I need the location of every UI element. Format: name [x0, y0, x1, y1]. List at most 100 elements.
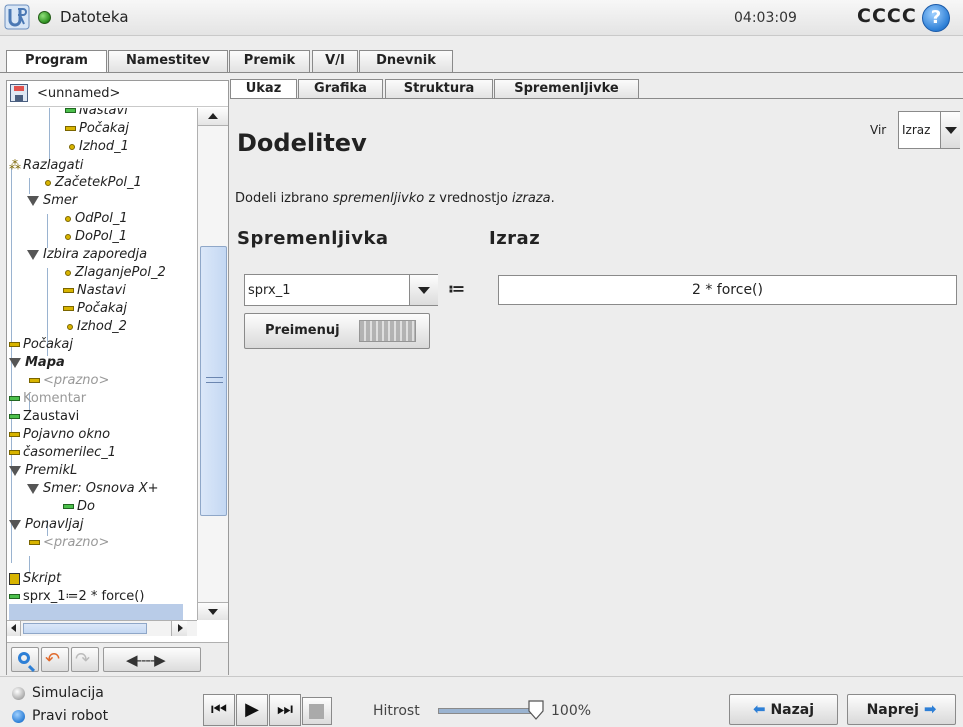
tree-node[interactable]: ZačetekPol_1: [45, 174, 142, 192]
wait-icon: [63, 306, 74, 311]
tab-io[interactable]: V/I: [312, 50, 358, 72]
file-menu[interactable]: Datoteka: [60, 8, 129, 26]
set-icon: [63, 288, 74, 293]
tree-node[interactable]: časomerilec_1: [9, 444, 116, 462]
scroll-left-button[interactable]: [7, 621, 21, 636]
tree-node[interactable]: Smer: [27, 192, 77, 210]
tree-node[interactable]: Mapa: [9, 354, 65, 372]
rename-button[interactable]: Preimenuj: [244, 313, 430, 349]
step-button[interactable]: ⏭: [269, 694, 301, 726]
until-icon: [63, 504, 74, 509]
tree-node-selected[interactable]: sprx_1≔2 * force(): [9, 588, 144, 606]
tree-node[interactable]: Ponavljaj: [9, 516, 84, 534]
empty-icon: [29, 378, 40, 383]
rewind-button[interactable]: ⏮: [203, 694, 235, 726]
tree-node[interactable]: ⁂ Razlagati: [9, 156, 83, 174]
undo-icon: ↶: [45, 649, 61, 670]
simulation-radio[interactable]: [12, 687, 25, 700]
description: Dodeli izbrano spremenljivko z vrednostj…: [235, 191, 555, 206]
scroll-up-button[interactable]: [198, 108, 228, 126]
variable-dropdown-button[interactable]: [409, 275, 438, 305]
tree-node[interactable]: ZlaganjePol_2: [65, 264, 166, 282]
tree-horizontal-scrollbar[interactable]: [7, 620, 197, 636]
speed-label: Hitrost: [373, 703, 420, 719]
tab-program[interactable]: Program: [6, 50, 107, 73]
tree-node[interactable]: Pojavno okno: [9, 426, 110, 444]
scroll-down-button[interactable]: [198, 602, 228, 620]
arrow-down-icon: [208, 609, 218, 615]
scroll-right-button[interactable]: [171, 621, 187, 636]
help-icon[interactable]: ?: [922, 4, 950, 32]
tab-installation[interactable]: Namestitev: [108, 50, 228, 72]
palletize-icon: ⁂: [9, 158, 21, 172]
play-button[interactable]: ▶: [236, 694, 268, 726]
search-icon: [18, 652, 30, 664]
wait-icon: [65, 126, 76, 131]
waypoint-icon: [65, 233, 71, 240]
speed-value: 100%: [551, 703, 592, 719]
tab-command[interactable]: Ukaz: [230, 79, 297, 100]
program-name: <unnamed>: [37, 86, 121, 101]
tree-node[interactable]: Komentar: [9, 390, 86, 408]
tree-node[interactable]: Zaustavi: [9, 408, 79, 426]
expression-heading: Izraz: [489, 228, 541, 249]
tab-structure[interactable]: Struktura: [385, 79, 493, 99]
source-dropdown-button[interactable]: [940, 112, 960, 148]
grip-icon: [206, 377, 223, 383]
tree-node[interactable]: Nastavi: [63, 282, 126, 300]
tree-vertical-scrollbar[interactable]: [197, 108, 228, 620]
move-arrows-icon: ◀----▶: [126, 651, 166, 669]
program-tree[interactable]: Nastavi Počakaj Izhod_1 ⁂ Razlagati Začet…: [7, 108, 197, 620]
program-tree-panel: <unnamed> Nastavi Počakaj Izhod_1 ⁂ Razla…: [6, 80, 229, 675]
tree-node[interactable]: <prazno>: [29, 372, 109, 390]
sequence-icon: [27, 249, 39, 260]
search-button[interactable]: [11, 647, 39, 672]
move-node-button[interactable]: ◀----▶: [103, 647, 201, 672]
variable-dropdown[interactable]: sprx_1: [244, 274, 438, 306]
scroll-thumb[interactable]: [200, 246, 227, 516]
waypoint-icon: [69, 143, 75, 150]
page-title: Dodelitev: [237, 129, 367, 157]
tree-node[interactable]: Počakaj: [65, 120, 129, 138]
tree-node[interactable]: Izhod_2: [67, 318, 127, 336]
popup-icon: [9, 432, 20, 437]
source-dropdown[interactable]: Izraz: [898, 111, 960, 149]
tab-variables[interactable]: Spremenljivke: [494, 79, 639, 99]
scroll-thumb-horizontal[interactable]: [23, 623, 147, 634]
skip-back-icon: ⏮: [210, 699, 228, 720]
save-icon[interactable]: [10, 84, 28, 102]
tree-node[interactable]: Skript: [9, 570, 61, 588]
redo-button[interactable]: ↷: [71, 647, 99, 672]
tree-node[interactable]: PremikL: [9, 462, 77, 480]
tree-node[interactable]: DoPol_1: [65, 228, 127, 246]
back-button[interactable]: ⬅ Nazaj: [729, 694, 838, 725]
tree-node[interactable]: Do: [63, 498, 95, 516]
tree-node[interactable]: Smer: Osnova X+: [27, 480, 159, 498]
ur-logo-icon: [4, 4, 30, 30]
undo-button[interactable]: ↶: [41, 647, 69, 672]
program-header: <unnamed>: [7, 81, 228, 107]
stop-button[interactable]: [302, 697, 332, 725]
tree-node[interactable]: Počakaj: [63, 300, 127, 318]
clock: 04:03:09: [734, 10, 797, 26]
tree-node[interactable]: Nastavi: [65, 108, 128, 120]
speed-slider[interactable]: [438, 708, 540, 714]
tab-log[interactable]: Dnevnik: [359, 50, 453, 72]
real-robot-radio[interactable]: [12, 710, 25, 723]
arrow-left-icon: ⬅: [752, 700, 766, 718]
chevron-down-icon: [945, 127, 957, 134]
tree-node[interactable]: OdPol_1: [65, 210, 128, 228]
rename-label: Preimenuj: [265, 323, 340, 338]
tab-move[interactable]: Premik: [229, 50, 310, 72]
speed-slider-knob[interactable]: [527, 699, 545, 721]
real-robot-label[interactable]: Pravi robot: [32, 708, 108, 724]
tree-node[interactable]: Izhod_1: [69, 138, 129, 156]
simulation-label[interactable]: Simulacija: [32, 685, 104, 701]
tree-node[interactable]: Počakaj: [9, 336, 73, 354]
next-button[interactable]: Naprej ➡: [847, 694, 956, 725]
arrow-left-icon: [11, 624, 16, 632]
tree-node[interactable]: <prazno>: [29, 534, 109, 552]
tree-node[interactable]: Izbira zaporedja: [27, 246, 147, 264]
tab-graphics[interactable]: Grafika: [298, 79, 383, 99]
expression-field[interactable]: 2 * force(): [498, 275, 957, 305]
